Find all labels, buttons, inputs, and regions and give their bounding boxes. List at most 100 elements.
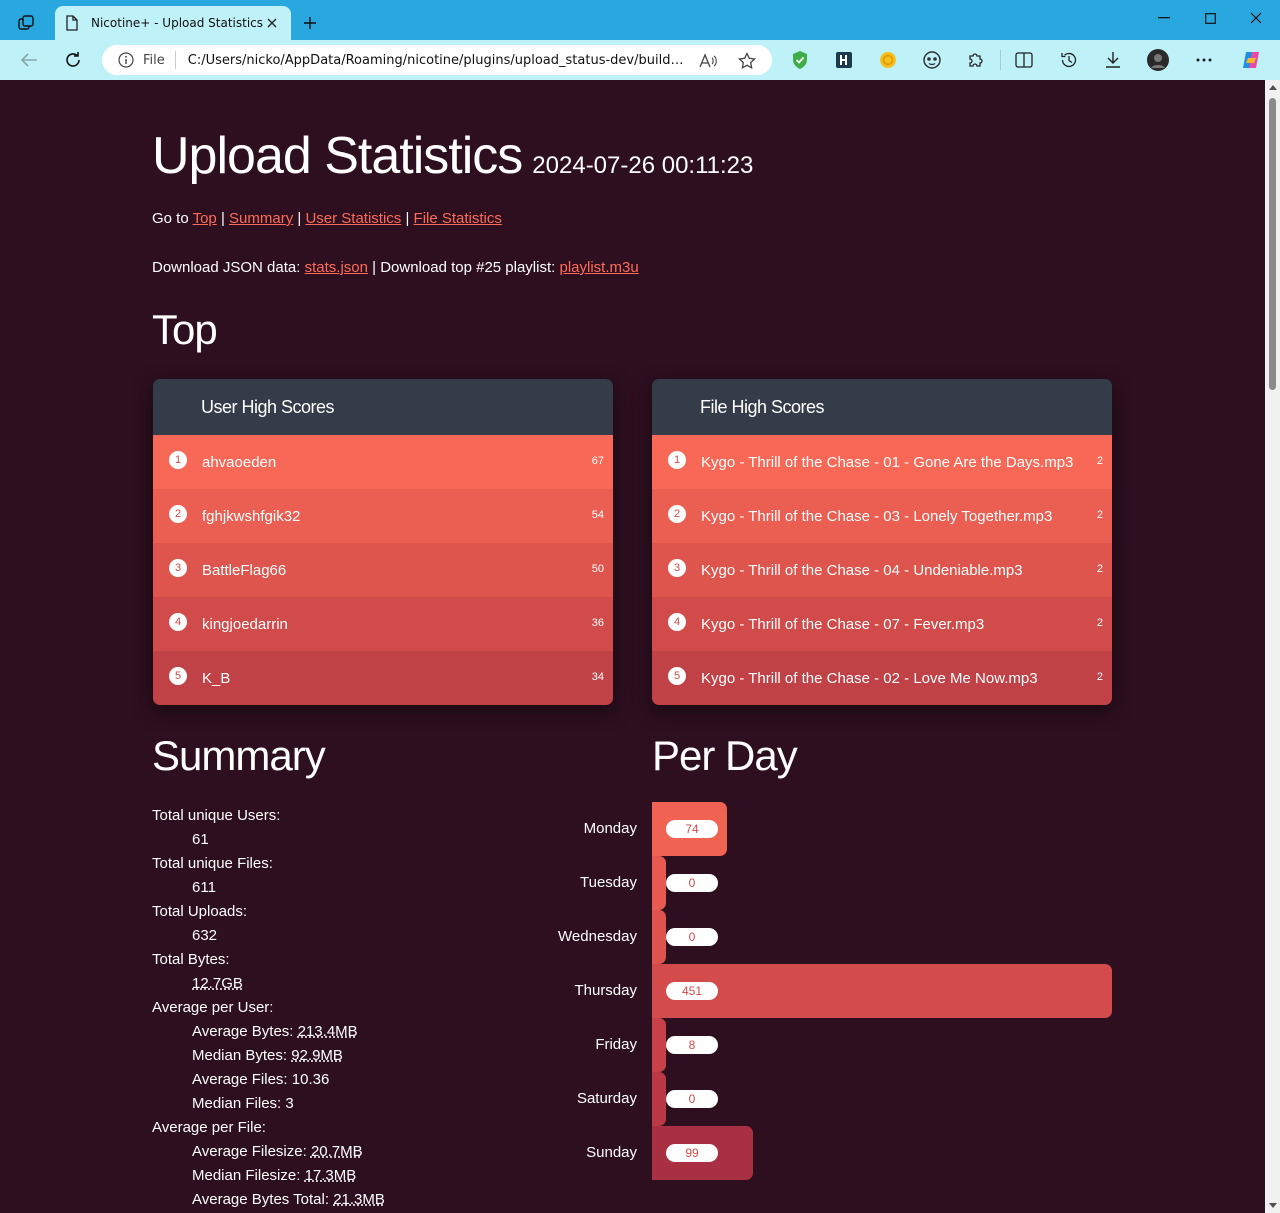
stats-json-link[interactable]: stats.json — [305, 259, 368, 276]
median-bytes-value: 92.9MB — [291, 1047, 343, 1064]
user-name: kingjoedarrin — [202, 616, 288, 633]
user-score: 67 — [591, 455, 604, 467]
summary-value: Average Files: 10.36 — [152, 1068, 482, 1092]
url-scheme: File — [143, 52, 165, 68]
toolbar-divider — [1000, 50, 1001, 70]
maximize-icon[interactable] — [1187, 4, 1233, 32]
median-bytes-label: Median Bytes: — [192, 1047, 288, 1064]
summary-label: Average per User: — [152, 999, 274, 1016]
file-score: 2 — [1096, 563, 1103, 575]
nav-link-top[interactable]: Top — [193, 210, 217, 227]
list-item[interactable]: 5 Kygo - Thrill of the Chase - 02 - Love… — [652, 651, 1112, 705]
file-score: 2 — [1096, 671, 1103, 683]
rank-badge: 4 — [169, 613, 187, 631]
list-item[interactable]: 3 BattleFlag66 50 — [153, 543, 613, 597]
more-options-icon[interactable] — [1193, 49, 1215, 71]
reload-icon[interactable] — [60, 48, 86, 72]
day-label: Monday — [583, 820, 637, 837]
summary-heading: Summary — [152, 732, 326, 779]
per-day-heading: Per Day — [652, 732, 798, 779]
file-name: Kygo - Thrill of the Chase - 01 - Gone A… — [701, 454, 1074, 471]
info-icon[interactable] — [118, 52, 134, 68]
avg-files-label: Average Files: — [192, 1071, 288, 1088]
list-item[interactable]: 4 Kygo - Thrill of the Chase - 07 - Feve… — [652, 597, 1112, 651]
list-item[interactable]: 1 ahvaoeden 67 — [153, 435, 613, 489]
avg-filesize-value: 20.7MB — [310, 1143, 363, 1160]
list-item[interactable]: 2 fghjkwshfgik32 54 — [153, 489, 613, 543]
back-arrow-icon[interactable] — [16, 48, 42, 72]
download-links: Download JSON data: stats.json | Downloa… — [152, 259, 639, 276]
day-label: Thursday — [574, 982, 637, 999]
summary-value: Average Bytes: 213.4MB — [152, 1020, 482, 1044]
scroll-up-icon[interactable] — [1268, 83, 1277, 92]
day-label: Sunday — [586, 1144, 637, 1161]
summary-list: Total unique Users: 61 Total unique File… — [152, 804, 482, 1212]
mask-extension-icon[interactable] — [921, 49, 943, 71]
shield-extension-icon[interactable] — [789, 49, 811, 71]
window-close-icon[interactable] — [1233, 4, 1279, 32]
summary-value: Median Files: 3 — [152, 1092, 482, 1116]
coin-extension-icon[interactable] — [877, 49, 899, 71]
summary-value: 632 — [192, 927, 218, 944]
tab-actions-icon[interactable] — [13, 10, 39, 36]
nav-link-user-statistics[interactable]: User Statistics — [305, 210, 401, 227]
scrollbar[interactable] — [1265, 80, 1280, 1213]
summary-value: 611 — [192, 879, 216, 896]
median-files-value: 3 — [285, 1095, 294, 1112]
address-divider — [174, 51, 176, 69]
top-heading: Top — [152, 306, 218, 353]
read-aloud-icon[interactable] — [698, 51, 718, 71]
downloads-icon[interactable] — [1102, 49, 1124, 71]
tab-bar: Nicotine+ - Upload Statistics — [0, 0, 1280, 40]
url-text[interactable]: C:/Users/nicko/AppData/Roaming/nicotine/… — [188, 53, 688, 68]
scroll-down-icon[interactable] — [1268, 1201, 1277, 1210]
nav-link-summary[interactable]: Summary — [229, 210, 293, 227]
file-score: 2 — [1096, 509, 1103, 521]
list-item[interactable]: 1 Kygo - Thrill of the Chase - 01 - Gone… — [652, 435, 1112, 489]
day-label: Tuesday — [580, 874, 637, 891]
plus-icon[interactable] — [298, 11, 322, 35]
puzzle-extensions-icon[interactable] — [965, 49, 987, 71]
summary-value: Average Filesize: 20.7MB — [152, 1140, 482, 1164]
split-screen-icon[interactable] — [1013, 49, 1035, 71]
list-item[interactable]: 2 Kygo - Thrill of the Chase - 03 - Lone… — [652, 489, 1112, 543]
day-count-badge: 451 — [666, 982, 718, 1000]
rank-badge: 4 — [668, 613, 686, 631]
star-icon[interactable] — [737, 51, 757, 71]
list-item[interactable]: 3 Kygo - Thrill of the Chase - 04 - Unde… — [652, 543, 1112, 597]
rank-badge: 1 — [169, 451, 187, 469]
day-bar — [652, 910, 666, 964]
summary-value: 12.7GB — [152, 972, 482, 996]
playlist-link[interactable]: playlist.m3u — [559, 259, 638, 276]
day-count-badge: 8 — [666, 1036, 718, 1054]
report-timestamp: 2024-07-26 00:11:23 — [532, 152, 754, 179]
avatar[interactable] — [1147, 49, 1169, 71]
list-item[interactable]: 4 kingjoedarrin 36 — [153, 597, 613, 651]
day-label: Saturday — [576, 1090, 637, 1107]
day-bar — [652, 1072, 666, 1126]
scrollbar-thumb[interactable] — [1269, 98, 1276, 390]
user-name: fghjkwshfgik32 — [202, 508, 301, 525]
close-icon[interactable] — [263, 14, 281, 32]
list-item[interactable]: 5 K_B 34 — [153, 651, 613, 705]
file-name: Kygo - Thrill of the Chase - 04 - Undeni… — [701, 562, 1023, 579]
json-prefix: Download JSON data: — [152, 259, 301, 276]
file-score: 2 — [1096, 617, 1103, 629]
bookmark-extension-icon[interactable] — [833, 49, 855, 71]
nav-link-file-statistics[interactable]: File Statistics — [414, 210, 502, 227]
median-filesize-value: 17.3MB — [304, 1167, 357, 1184]
file-name: Kygo - Thrill of the Chase - 07 - Fever.… — [701, 616, 985, 633]
history-icon[interactable] — [1058, 49, 1080, 71]
per-day-row: Monday 74 — [544, 802, 1114, 856]
day-count-badge: 0 — [666, 874, 718, 892]
day-bar — [652, 856, 666, 910]
avg-bytes-value: 213.4MB — [297, 1023, 358, 1040]
user-name: ahvaoeden — [202, 454, 277, 471]
user-score: 34 — [591, 671, 604, 683]
minimize-icon[interactable] — [1141, 4, 1187, 32]
file-name: Kygo - Thrill of the Chase - 02 - Love M… — [701, 670, 1038, 687]
address-bar[interactable]: File C:/Users/nicko/AppData/Roaming/nico… — [102, 45, 772, 75]
copilot-icon[interactable] — [1240, 49, 1262, 71]
active-tab[interactable]: Nicotine+ - Upload Statistics — [55, 6, 291, 40]
per-day-row: Thursday 451 — [544, 964, 1114, 1018]
